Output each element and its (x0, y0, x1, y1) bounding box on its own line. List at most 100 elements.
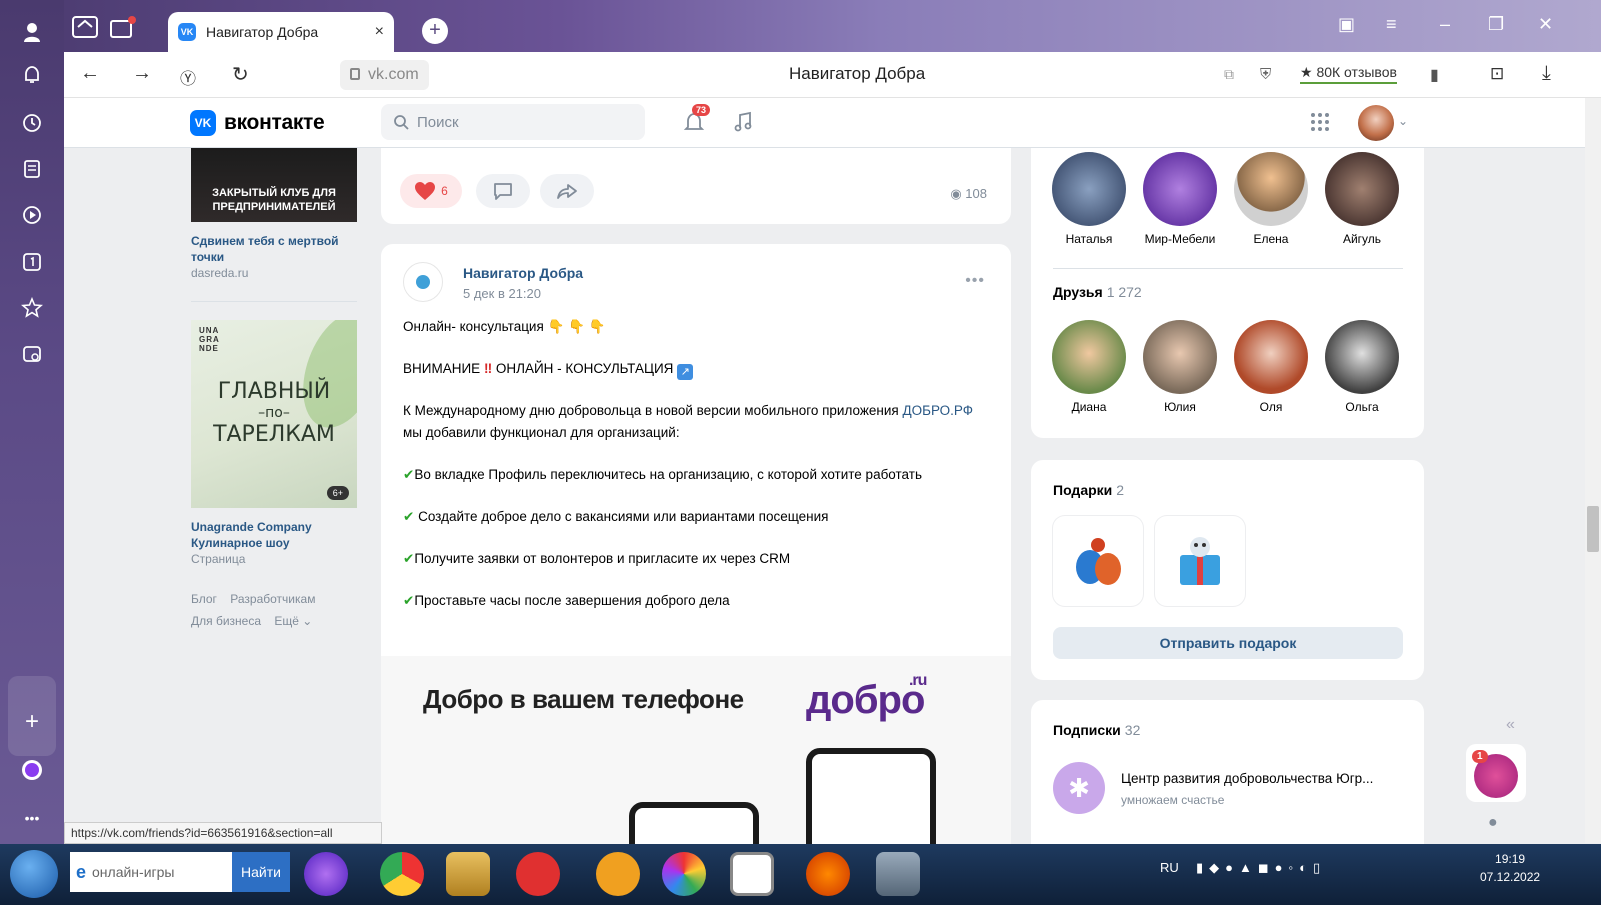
url-field[interactable]: vk.com (340, 60, 429, 90)
group-item[interactable]: Елена (1231, 152, 1311, 246)
post-author-avatar[interactable] (403, 262, 443, 302)
forward-icon[interactable]: → (132, 62, 152, 85)
footer-business[interactable]: Для бизнеса (191, 614, 261, 628)
close-window-icon[interactable]: ✕ (1538, 14, 1553, 35)
vk-logo[interactable]: VK вконтакте (190, 110, 325, 136)
reviews-link[interactable]: ★ 80К отзывов (1300, 64, 1397, 84)
footer-more[interactable]: Ещё ⌄ (274, 614, 312, 628)
counter-icon[interactable] (20, 250, 44, 274)
collapse-icon[interactable]: « (1506, 716, 1515, 734)
comment-button[interactable] (476, 174, 530, 208)
notifications-button[interactable]: 73 (682, 104, 711, 134)
alice-app-icon[interactable] (304, 852, 348, 896)
group-item[interactable]: Мир-Мебели (1140, 152, 1220, 246)
yandex-icon[interactable]: Ⓨ (180, 65, 196, 89)
menu-icon[interactable]: ≡ (1386, 14, 1397, 35)
group-item[interactable]: Наталья (1049, 152, 1129, 246)
tray-icons[interactable]: ▮◆●▲◼●◦◐▯ (1196, 860, 1326, 876)
chat-icon[interactable]: ● (1488, 814, 1498, 832)
profile-icon[interactable] (20, 20, 44, 44)
history-icon[interactable] (20, 111, 44, 135)
gifts-title[interactable]: Подарки 2 (1053, 482, 1124, 498)
protect-icon[interactable]: ⛨ (1260, 66, 1271, 83)
lang-indicator[interactable]: RU (1160, 860, 1179, 875)
play-icon[interactable] (20, 203, 44, 227)
yandex-app-icon[interactable] (516, 852, 560, 896)
subscription-desc: умножаем счастье (1121, 793, 1225, 807)
vpn-icon[interactable] (596, 852, 640, 896)
ad2-headline-3: ТАРЕЛКАМ (213, 422, 335, 447)
notes-icon[interactable] (20, 157, 44, 181)
collections-icon[interactable]: ▣ (1338, 14, 1355, 35)
gift-item[interactable] (1053, 516, 1143, 606)
post-more-button[interactable]: ••• (965, 272, 985, 290)
profile-avatar[interactable] (1358, 105, 1394, 141)
more-sidebar-icon[interactable]: ••• (20, 806, 44, 830)
scrollbar[interactable] (1585, 98, 1601, 843)
vk-logo-text: вконтакте (224, 111, 325, 134)
back-icon[interactable]: ← (80, 62, 100, 85)
photos-icon[interactable] (662, 852, 706, 896)
ad-title-1[interactable]: Сдвинем тебя с мертвой точки (191, 233, 361, 265)
like-button[interactable]: 6 (400, 174, 462, 208)
ad-image-club[interactable]: ЗАКРЫТЫЙ КЛУБ ДЛЯ ПРЕДПРИНИМАТЕЛЕЙ (191, 148, 357, 222)
chrome-icon[interactable] (380, 852, 424, 896)
friend-item[interactable]: Диана (1049, 320, 1129, 414)
share-button[interactable] (540, 174, 594, 208)
minimize-icon[interactable]: – (1440, 14, 1450, 35)
chat-notification[interactable]: 1 (1466, 744, 1526, 802)
scroll-thumb[interactable] (1587, 506, 1599, 552)
footer-dev[interactable]: Разработчикам (230, 592, 315, 606)
clock[interactable]: 19:19 07.12.2022 (1480, 850, 1540, 886)
bell-sidebar-icon[interactable] (20, 63, 44, 87)
add-icon[interactable]: + (20, 708, 44, 735)
gift-item[interactable] (1155, 516, 1245, 606)
extensions-icon[interactable]: ⊡ (1490, 64, 1504, 84)
post-author[interactable]: Навигатор Добра (463, 265, 583, 281)
music-icon (734, 111, 752, 132)
translate-icon[interactable]: ⧉ (1224, 66, 1234, 83)
download-icon[interactable]: ⤓ (1542, 62, 1551, 85)
taskbar-search-input[interactable]: e онлайн-игры (70, 852, 232, 892)
ad-title-2[interactable]: Unagrande Company Кулинарное шоу (191, 519, 331, 551)
dobro-link[interactable]: ДОБРО.РФ (902, 403, 973, 418)
post-bullet-4: Проставьте часы после завершения доброго… (414, 593, 730, 608)
friend-item[interactable]: Оля (1231, 320, 1311, 414)
star-icon[interactable] (20, 296, 44, 320)
vk-search-input[interactable]: Поиск (381, 104, 645, 140)
firefox-icon[interactable] (806, 852, 850, 896)
alice-icon[interactable] (20, 758, 44, 782)
post-image[interactable]: Добро в вашем телефоне добро .ru (381, 656, 1011, 844)
post-date[interactable]: 5 дек в 21:20 (463, 286, 541, 301)
friend-item[interactable]: Ольга (1322, 320, 1402, 414)
active-tab[interactable]: VK Навигатор Добра × (168, 12, 394, 52)
send-gift-button[interactable]: Отправить подарок (1053, 627, 1403, 659)
group-item[interactable]: Айгуль (1322, 152, 1402, 246)
bookmark-icon[interactable]: ▮ (1430, 65, 1439, 85)
taskbar-find-button[interactable]: Найти (232, 852, 290, 892)
apps-grid-icon[interactable] (1310, 112, 1330, 132)
yandex-browser-icon[interactable] (730, 852, 774, 896)
ad-image-unagrande[interactable]: UNA GRA NDE ГЛАВНЫЙ –по– ТАРЕЛКАМ 6+ (191, 320, 357, 508)
new-tab-button[interactable]: + (422, 18, 448, 44)
subscription-name[interactable]: Центр развития добровольчества Югр... (1121, 771, 1373, 786)
footer-blog[interactable]: Блог (191, 592, 217, 606)
friends-title[interactable]: Друзья 1 272 (1053, 284, 1142, 300)
restore-icon[interactable]: ❐ (1488, 14, 1504, 35)
tabs-icon[interactable] (110, 16, 136, 38)
subscription-avatar[interactable]: ✱ (1053, 762, 1105, 814)
screenshot-icon[interactable] (20, 342, 44, 366)
page-title: Навигатор Добра (789, 64, 926, 83)
chevron-down-icon[interactable]: ⌄ (1398, 114, 1408, 128)
tab-close-button[interactable]: × (375, 23, 384, 41)
friend-name: Юлия (1164, 400, 1196, 414)
promo-brand-text: добро (806, 678, 925, 722)
home-tab-icon[interactable] (72, 16, 98, 38)
word-icon[interactable] (876, 852, 920, 896)
files-icon[interactable] (446, 852, 490, 896)
reload-icon[interactable]: ↻ (232, 62, 249, 87)
start-button[interactable] (10, 850, 58, 898)
music-button[interactable] (731, 110, 755, 134)
subs-title[interactable]: Подписки 32 (1053, 722, 1140, 738)
friend-item[interactable]: Юлия (1140, 320, 1220, 414)
